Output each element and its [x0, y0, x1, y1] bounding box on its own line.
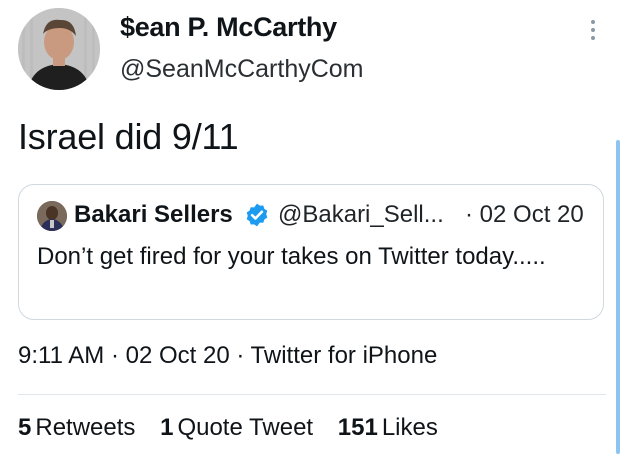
quoted-author-avatar[interactable] [37, 201, 67, 231]
divider [18, 394, 606, 395]
quoted-tweet-text: Don’t get fired for your takes on Twitte… [37, 243, 546, 270]
tweet-timestamp[interactable]: 9:11 AM · 02 Oct 20 · Twitter for iPhone [18, 342, 437, 370]
likes-count: 151 [337, 414, 378, 441]
likes-stat[interactable]: 151 Likes [338, 414, 438, 442]
retweets-count: 5 [18, 414, 32, 441]
quote-tweets-stat[interactable]: 1 Quote Tweet [160, 414, 313, 442]
verified-badge-icon [246, 203, 268, 227]
author-handle[interactable]: @SeanMcCarthyCom [120, 55, 364, 84]
quoted-tweet-card[interactable]: Bakari Sellers @Bakari_Sell... · 02 Oct … [18, 184, 604, 320]
tweet-text: Israel did 9/11 [18, 116, 239, 157]
quoted-author-name[interactable]: Bakari Sellers [74, 201, 233, 229]
tweet-stats: 5 Retweets 1 Quote Tweet 151 Likes [18, 414, 456, 442]
person-avatar-icon [18, 8, 100, 90]
person-avatar-icon [37, 201, 67, 231]
likes-label: Likes [381, 414, 438, 441]
quotes-label: Quote Tweet [177, 414, 314, 441]
quoted-tweet-date[interactable]: · 02 Oct 20 [465, 201, 584, 229]
author-name[interactable]: $ean P. McCarthy [120, 12, 337, 43]
tweet-detail: $ean P. McCarthy @SeanMcCarthyCom Israel… [0, 0, 624, 454]
author-avatar[interactable] [18, 8, 100, 90]
quotes-count: 1 [160, 414, 174, 441]
scrollbar[interactable] [616, 140, 620, 454]
more-vertical-icon[interactable] [586, 20, 600, 46]
retweets-stat[interactable]: 5 Retweets [18, 414, 135, 442]
retweets-label: Retweets [35, 414, 136, 441]
quoted-author-handle[interactable]: @Bakari_Sell... [278, 201, 444, 229]
